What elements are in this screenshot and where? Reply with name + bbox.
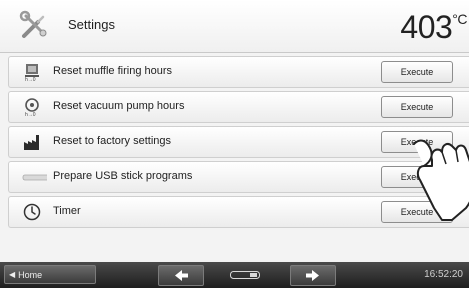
footer-bar: ◀ Home 16:52:20 — [0, 262, 469, 288]
execute-button-timer[interactable]: Execute — [381, 201, 453, 223]
clock-time: 16:52:20 — [424, 269, 463, 280]
execute-button-factory-settings[interactable]: Execute — [381, 131, 453, 153]
row-label: Timer — [53, 205, 81, 217]
vacuum-pump-icon: h→0 — [25, 98, 39, 116]
execute-button-vacuum-pump-hours[interactable]: Execute — [381, 96, 453, 118]
furnace-temperature: 403°C — [400, 9, 467, 46]
execute-button-muffle-hours[interactable]: Execute — [381, 61, 453, 83]
muffle-hours-icon: h→0 — [25, 64, 39, 81]
temperature-unit: °C — [452, 11, 467, 27]
row-label: Prepare USB stick programs — [53, 170, 193, 182]
home-button[interactable]: ◀ Home — [4, 265, 96, 284]
settings-list: h→0 Reset muffle firing hours Execute h→… — [8, 56, 469, 231]
row-label: Reset to factory settings — [53, 135, 171, 147]
wrench-screwdriver-icon — [19, 10, 47, 38]
svg-text:h→0: h→0 — [25, 112, 36, 116]
back-arrow-icon: ◀ — [9, 270, 16, 279]
row-label: Reset muffle firing hours — [53, 65, 173, 77]
timer-icon — [23, 203, 41, 221]
row-reset-muffle-hours: h→0 Reset muffle firing hours Execute — [8, 56, 469, 88]
factory-icon — [24, 135, 39, 150]
next-page-button[interactable] — [290, 265, 336, 286]
header: Settings 403°C — [0, 0, 469, 53]
row-prepare-usb-programs: Prepare USB stick programs Execute — [8, 161, 469, 193]
temperature-value: 403 — [400, 9, 453, 45]
row-label: Reset vacuum pump hours — [53, 100, 185, 112]
usb-status-icon — [230, 271, 260, 279]
left-arrow-icon — [175, 270, 188, 281]
row-reset-vacuum-pump-hours: h→0 Reset vacuum pump hours Execute — [8, 91, 469, 123]
previous-page-button[interactable] — [158, 265, 204, 286]
page-title: Settings — [68, 17, 115, 32]
right-arrow-icon — [306, 270, 319, 281]
usb-stick-icon — [22, 174, 47, 181]
row-reset-factory-settings: Reset to factory settings Execute — [8, 126, 469, 158]
row-timer: Timer Execute — [8, 196, 469, 228]
execute-button-usb-programs[interactable]: Execute — [381, 166, 453, 188]
svg-text:h→0: h→0 — [25, 77, 36, 81]
settings-screen: Settings 403°C h→0 Reset muffle firing h… — [0, 0, 469, 288]
home-label: Home — [18, 269, 43, 280]
